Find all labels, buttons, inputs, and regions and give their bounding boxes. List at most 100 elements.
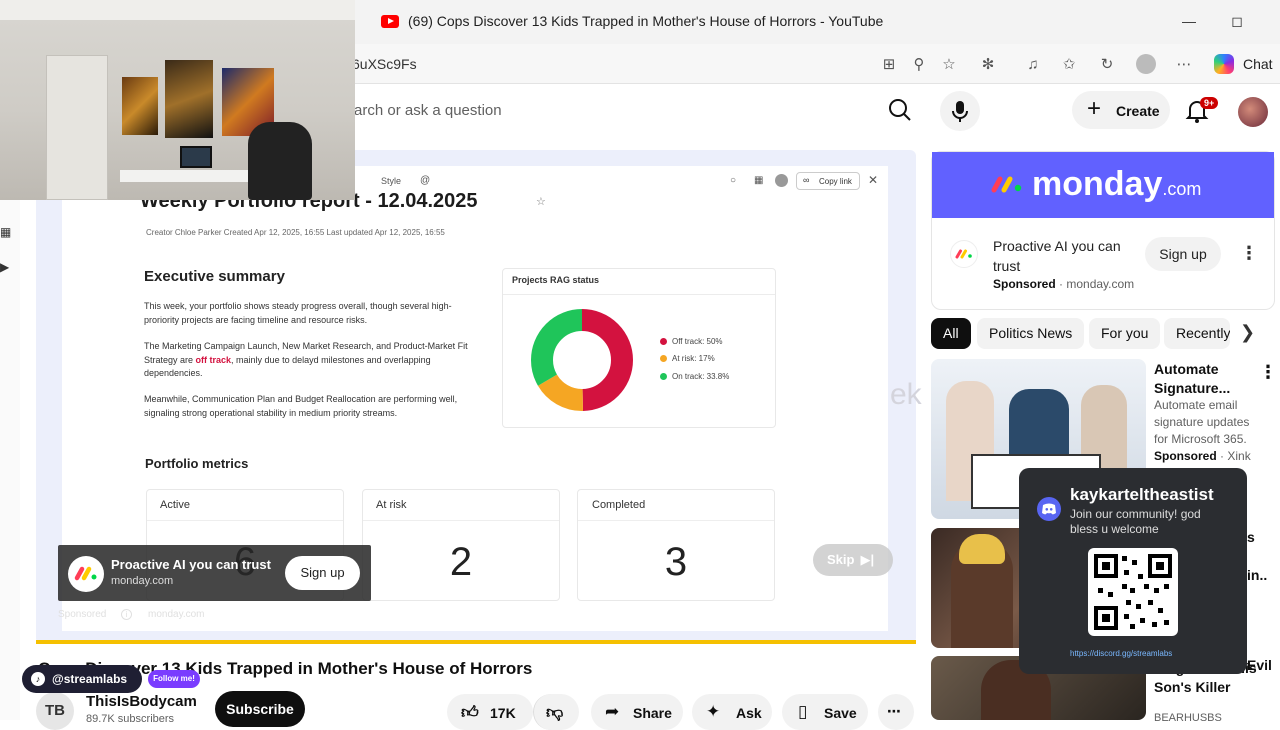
webcam-monitor <box>180 146 212 168</box>
metric-label-active: Active <box>160 499 190 511</box>
doc-meta: Creator Chloe Parker Created Apr 12, 202… <box>146 228 445 237</box>
metric-divider <box>578 520 774 521</box>
more-actions-button[interactable]: ⋯ <box>878 694 914 730</box>
discord-message: Join our community! god bless u welcome <box>1070 507 1201 536</box>
minimize-icon[interactable]: — <box>1178 10 1200 32</box>
webcam-painting-2 <box>165 60 213 138</box>
chip-all[interactable]: All <box>931 318 971 349</box>
ad-sponsored-domain: monday.com <box>148 609 205 620</box>
metric-value-completed: 3 <box>664 540 688 584</box>
webcam-overlay <box>0 0 355 200</box>
doc-style-label: Style <box>381 176 402 186</box>
subscribe-button[interactable]: Subscribe <box>215 691 305 727</box>
chevron-right-icon[interactable]: ❯ <box>1240 322 1255 343</box>
sidebar-ad-headline[interactable]: Proactive AI you can trust <box>993 236 1133 276</box>
discord-icon <box>1037 497 1061 521</box>
rec-description-1: Automate email signature updates for Mic… <box>1154 398 1250 446</box>
dislike-button[interactable]: 👎︎ <box>533 694 579 730</box>
ask-button[interactable]: ✦ Ask <box>692 694 772 730</box>
monday-wordmark: monday.com <box>1032 165 1202 203</box>
webcam-ceiling <box>0 0 355 20</box>
account-avatar[interactable] <box>1238 97 1268 127</box>
ad-signup-button[interactable]: Sign up <box>285 556 360 590</box>
off-track-highlight: off track <box>195 354 232 365</box>
zoom-icon[interactable]: ⚲ <box>908 54 930 76</box>
share-icon: ➦ <box>605 702 620 721</box>
tiktok-icon: ♪ <box>31 672 45 686</box>
profile-icon[interactable] <box>1135 54 1157 76</box>
rec-title-1[interactable]: Automate Signature... <box>1154 360 1244 398</box>
legend-off-track: Off track: 50% <box>660 337 723 346</box>
search-input[interactable]: arch or ask a question <box>354 102 502 119</box>
portfolio-metrics-heading: Portfolio metrics <box>145 456 249 471</box>
history-icon[interactable]: ↻ <box>1096 54 1118 76</box>
exec-paragraph-2: The Marketing Campaign Launch, New Marke… <box>144 341 468 378</box>
rag-status-title: Projects RAG status <box>512 275 600 285</box>
channel-name[interactable]: ThisIsBodycam <box>86 693 197 710</box>
ad-domain: monday.com <box>111 575 174 587</box>
rec-subtitle-3: BEARHUSBS <box>1154 712 1222 724</box>
more-icon: ⋯ <box>887 703 901 719</box>
follow-me-badge: Follow me! <box>148 670 200 688</box>
channel-avatar[interactable]: TB <box>36 692 74 730</box>
rag-divider <box>503 294 775 295</box>
favorites-icon[interactable]: ✩ <box>1058 54 1080 76</box>
monday-logo-icon <box>68 556 104 592</box>
nav-icon[interactable]: ▦ <box>0 225 11 239</box>
microphone-icon[interactable] <box>940 91 980 131</box>
webcam-painting-1 <box>122 77 158 135</box>
notification-badge: 9+ <box>1200 97 1219 109</box>
exec-paragraph-3: Meanwhile, Communication Plan and Budget… <box>144 394 458 418</box>
link-icon: ∞ <box>803 175 810 185</box>
metric-label-completed: Completed <box>592 499 646 511</box>
bookmark-icon: ▯ <box>798 702 808 721</box>
like-button[interactable]: 👍︎ 17K <box>447 694 533 730</box>
metric-divider <box>363 520 559 521</box>
info-icon[interactable]: i <box>121 609 132 620</box>
save-button[interactable]: ▯ Save <box>782 694 868 730</box>
tab-title[interactable]: (69) Cops Discover 13 Kids Trapped in Mo… <box>408 13 883 29</box>
extensions-icon[interactable]: ✻ <box>977 54 999 76</box>
share-button[interactable]: ➦ Share <box>591 694 683 730</box>
thumb-hair <box>959 534 1005 564</box>
sparkle-icon: ✦ <box>706 702 721 721</box>
webcam-chair <box>248 122 312 200</box>
search-icon[interactable] <box>880 90 920 130</box>
url-field[interactable]: 6uXSc9Fs <box>352 56 417 72</box>
maximize-icon[interactable]: ◻ <box>1226 10 1248 32</box>
nav-icon[interactable]: ▶ <box>0 260 9 274</box>
favorite-star-icon[interactable]: ☆ <box>938 54 960 76</box>
doc-user-avatar <box>775 174 788 187</box>
sidebar-ad-menu-icon[interactable]: ⋮ <box>1240 243 1258 264</box>
create-label: Create <box>1116 103 1160 119</box>
chip-recently[interactable]: Recently <box>1164 318 1230 349</box>
subscriber-count: 89.7K subscribers <box>86 713 175 725</box>
metric-value-at-risk: 2 <box>449 540 473 584</box>
skip-icon: ▶| <box>860 552 875 567</box>
sidebar-ad-signup-button[interactable]: Sign up <box>1145 237 1221 271</box>
rec-menu-icon[interactable]: ⋮ <box>1259 362 1277 383</box>
ghost-text: ek <box>890 378 922 411</box>
discord-invite-link: https://discord.gg/streamlabs <box>1070 649 1173 658</box>
youtube-favicon-icon <box>381 15 399 28</box>
mention-icon: @ <box>420 175 431 186</box>
skip-ad-button[interactable]: Skip ▶| <box>813 544 893 576</box>
plus-icon: + <box>1087 95 1102 122</box>
legend-on-track: On track: 33.8% <box>660 372 729 381</box>
ad-title[interactable]: Proactive AI you can trust <box>111 557 271 572</box>
ad-progress-bar[interactable] <box>36 640 916 644</box>
comment-icon: ○ <box>730 175 737 186</box>
apps-icon[interactable]: ⊞ <box>878 54 900 76</box>
sidebar-ad-sponsored: Sponsored · monday.com <box>993 277 1135 291</box>
chat-label: Chat <box>1243 56 1273 72</box>
metric-divider <box>147 520 343 521</box>
rec-sponsored-1: Sponsored · Xink <box>1154 449 1251 463</box>
rag-donut-chart <box>531 309 633 411</box>
chip-for-you[interactable]: For you <box>1089 318 1161 349</box>
media-icon[interactable]: ♫ <box>1022 54 1044 76</box>
executive-summary-heading: Executive summary <box>144 268 285 285</box>
chip-politics-news[interactable]: Politics News <box>977 318 1085 349</box>
metric-label-at-risk: At risk <box>376 499 407 511</box>
rec-partial-text: s <box>1247 529 1255 545</box>
more-options-icon[interactable]: ⋯ <box>1173 54 1195 76</box>
